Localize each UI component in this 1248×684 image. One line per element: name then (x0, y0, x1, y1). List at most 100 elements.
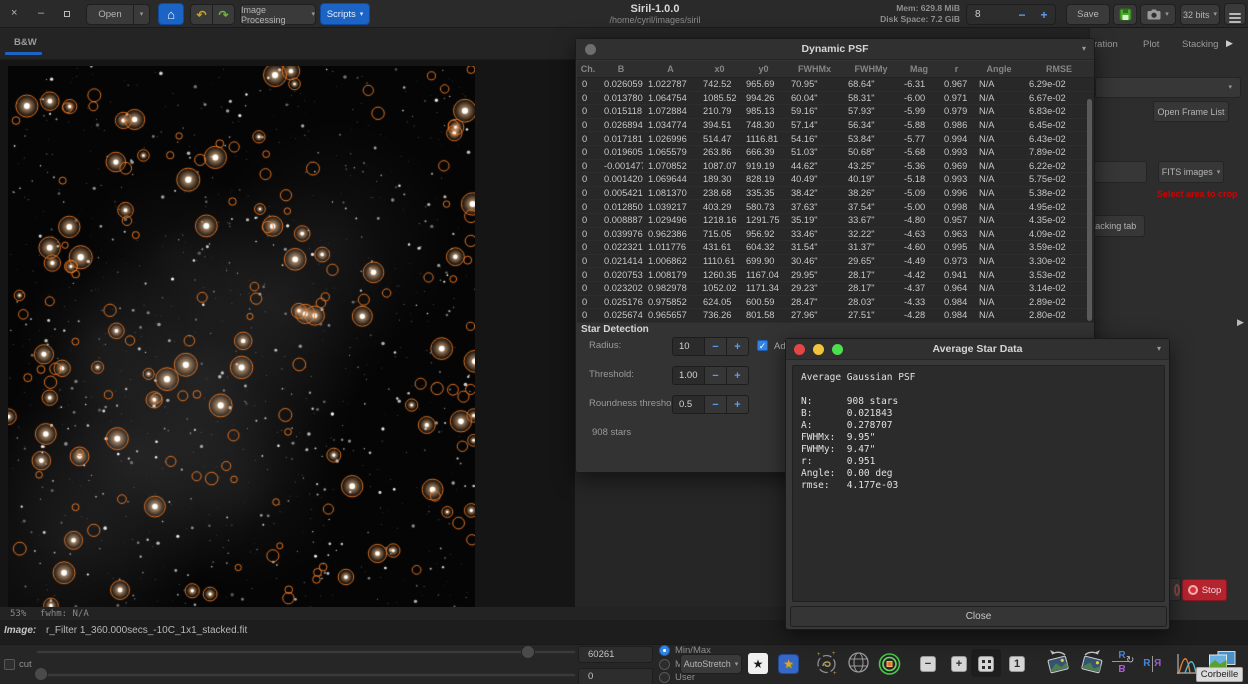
threshold-value[interactable]: 1.00 (672, 366, 705, 385)
hi-value-input[interactable]: 60261 (578, 646, 653, 663)
plus-icon[interactable]: + (726, 366, 749, 385)
plus-icon[interactable]: + (726, 337, 749, 356)
close-button[interactable]: Close (790, 606, 1167, 627)
zoom-one-button[interactable]: 1 (1009, 656, 1025, 672)
radio-minmax[interactable] (659, 645, 670, 656)
psf-dialog-titlebar[interactable]: Dynamic PSF ▾ (576, 39, 1094, 60)
snapshot-button[interactable]: ▾ (1140, 4, 1176, 25)
adjust-checkbox[interactable]: ✓ (757, 340, 768, 351)
window-restore-icon[interactable] (64, 11, 70, 17)
table-row[interactable]: 00.0171811.026996514.471116.8154.16"53.8… (577, 132, 1094, 146)
menu-button[interactable] (1224, 3, 1246, 25)
table-row[interactable]: 00.0214141.0068621110.61699.9030.46"29.6… (577, 255, 1094, 269)
flip-vertical-button[interactable]: R B ↻ (1110, 651, 1134, 676)
image-canvas[interactable] (8, 66, 475, 607)
hi-slider-handle[interactable] (521, 645, 535, 659)
table-scrollbar[interactable] (1087, 99, 1092, 321)
chevron-down-icon[interactable]: ▾ (1157, 344, 1161, 353)
minus-icon[interactable]: − (704, 395, 727, 414)
table-row[interactable]: 00.0207531.0081791260.351167.0429.95"28.… (577, 268, 1094, 282)
cut-checkbox[interactable] (4, 659, 15, 670)
target-button[interactable] (878, 651, 901, 682)
zoom-in-button[interactable]: + (951, 656, 967, 672)
threads-value[interactable]: 8 (967, 9, 1011, 20)
column-header[interactable]: Angle (974, 64, 1024, 74)
column-header[interactable]: FWHMy (843, 64, 899, 74)
star-detection-button[interactable]: ★ (778, 654, 799, 674)
tab-plot[interactable]: Plot (1143, 39, 1159, 50)
undo-button[interactable]: ↶ (190, 4, 213, 25)
window-close-icon[interactable]: × (11, 8, 17, 19)
column-header[interactable]: FWHMx (786, 64, 843, 74)
photometry-button[interactable] (847, 651, 870, 679)
star-mask-button[interactable]: ★ (748, 653, 768, 674)
radio-mips[interactable] (659, 659, 670, 670)
open-button[interactable]: Open (86, 4, 134, 25)
table-row[interactable]: 00.0088871.0294961218.161291.7535.19"33.… (577, 214, 1094, 228)
window-minimize-icon[interactable]: – (38, 8, 44, 19)
lo-value-input[interactable]: 0 (578, 668, 653, 684)
column-header[interactable]: A (643, 64, 698, 74)
table-row[interactable]: 00.0251760.975852624.05600.5928.47"28.03… (577, 296, 1094, 310)
table-row[interactable]: 00.0196051.065579263.86666.3951.03"50.68… (577, 146, 1094, 160)
radio-user[interactable] (659, 672, 670, 683)
flip-horizontal-button[interactable]: R R (1140, 651, 1164, 676)
table-row[interactable]: 00.0054211.081370238.68335.3538.42"38.26… (577, 187, 1094, 201)
table-row[interactable]: 00.0151181.072884210.79985.1359.16"57.93… (577, 105, 1094, 119)
hi-slider-track[interactable] (36, 650, 576, 654)
table-row[interactable]: 00.0014201.069644189.30828.1940.49"40.19… (577, 173, 1094, 187)
minus-icon[interactable]: − (704, 337, 727, 356)
stop-button[interactable]: Stop (1182, 579, 1227, 601)
dialog-bullet-button[interactable] (585, 44, 596, 55)
column-header[interactable]: Ch. (577, 64, 599, 74)
autostretch-dropdown[interactable]: AutoStretch▾ (680, 654, 742, 674)
table-row[interactable]: 00.0399760.962386715.05956.9233.46"32.22… (577, 228, 1094, 242)
table-row[interactable]: 00.0268941.034774394.51748.3057.14"56.34… (577, 119, 1094, 133)
fit-to-window-button[interactable] (978, 656, 994, 672)
plus-icon[interactable]: + (1033, 8, 1055, 22)
tab-stacking[interactable]: Stacking (1182, 39, 1218, 50)
rotate-left-button[interactable] (1045, 649, 1071, 681)
tabs-scroll-right-icon[interactable]: ▶ (1226, 38, 1233, 49)
scripts-button[interactable]: Scripts▾ (320, 3, 370, 25)
plus-icon[interactable]: + (726, 395, 749, 414)
avg-dialog-titlebar[interactable]: Average Star Data ▾ (786, 339, 1169, 360)
radius-value[interactable]: 10 (672, 337, 705, 356)
minus-icon[interactable]: − (704, 366, 727, 385)
column-header[interactable]: B (599, 64, 643, 74)
image-processing-button[interactable]: Image Processing▾ (240, 4, 316, 25)
rotate-right-button[interactable] (1079, 649, 1105, 681)
lo-slider-handle[interactable] (34, 667, 48, 681)
tab-bw[interactable]: B&W (14, 37, 37, 48)
redo-button[interactable]: ↷ (212, 4, 235, 25)
save-as-button[interactable] (1113, 4, 1137, 25)
minus-icon[interactable]: − (1011, 8, 1033, 22)
bit-depth-dropdown[interactable]: 32 bits▾ (1180, 4, 1220, 25)
table-row[interactable]: 00.0223211.011776431.61604.3231.54"31.37… (577, 241, 1094, 255)
fits-images-dropdown[interactable]: FITS images▾ (1158, 161, 1224, 183)
open-frame-list-button[interactable]: Open Frame List (1153, 101, 1229, 122)
zoom-out-button[interactable]: − (920, 656, 936, 672)
column-header[interactable]: Mag (899, 64, 939, 74)
roundness-value[interactable]: 0.5 (672, 395, 705, 414)
column-header[interactable]: r (939, 64, 974, 74)
column-header[interactable]: y0 (741, 64, 786, 74)
column-header[interactable]: x0 (698, 64, 741, 74)
home-button[interactable]: ⌂ (158, 3, 184, 25)
table-row[interactable]: 00.0256740.965657736.26801.5827.96"27.51… (577, 309, 1094, 323)
threads-stepper[interactable]: 8 − + (966, 4, 1056, 25)
method-dropdown[interactable]: ▾ (1095, 77, 1241, 98)
column-header[interactable]: RMSE (1024, 64, 1094, 74)
save-button[interactable]: Save (1066, 4, 1110, 25)
table-row[interactable]: 00.0232020.9829781052.021171.3429.23"28.… (577, 282, 1094, 296)
table-row[interactable]: 00.0137801.0647541085.52994.2660.04"58.3… (577, 92, 1094, 106)
table-row[interactable]: 00.0260591.022787742.52965.6970.95"68.64… (577, 78, 1094, 92)
open-dropdown-button[interactable]: ▾ (133, 4, 150, 25)
panel-expander-icon[interactable]: ▶ (1237, 317, 1244, 328)
table-row[interactable]: 00.0128501.039217403.29580.7337.63"37.54… (577, 200, 1094, 214)
tab-registration[interactable]: ration (1094, 39, 1118, 50)
table-row[interactable]: 0-0.0014771.0708521087.07919.1944.62"43.… (577, 160, 1094, 174)
chevron-down-icon[interactable]: ▾ (1082, 44, 1086, 53)
astrometry-button[interactable]: + + + (815, 650, 838, 681)
lo-slider-track[interactable] (36, 673, 576, 677)
